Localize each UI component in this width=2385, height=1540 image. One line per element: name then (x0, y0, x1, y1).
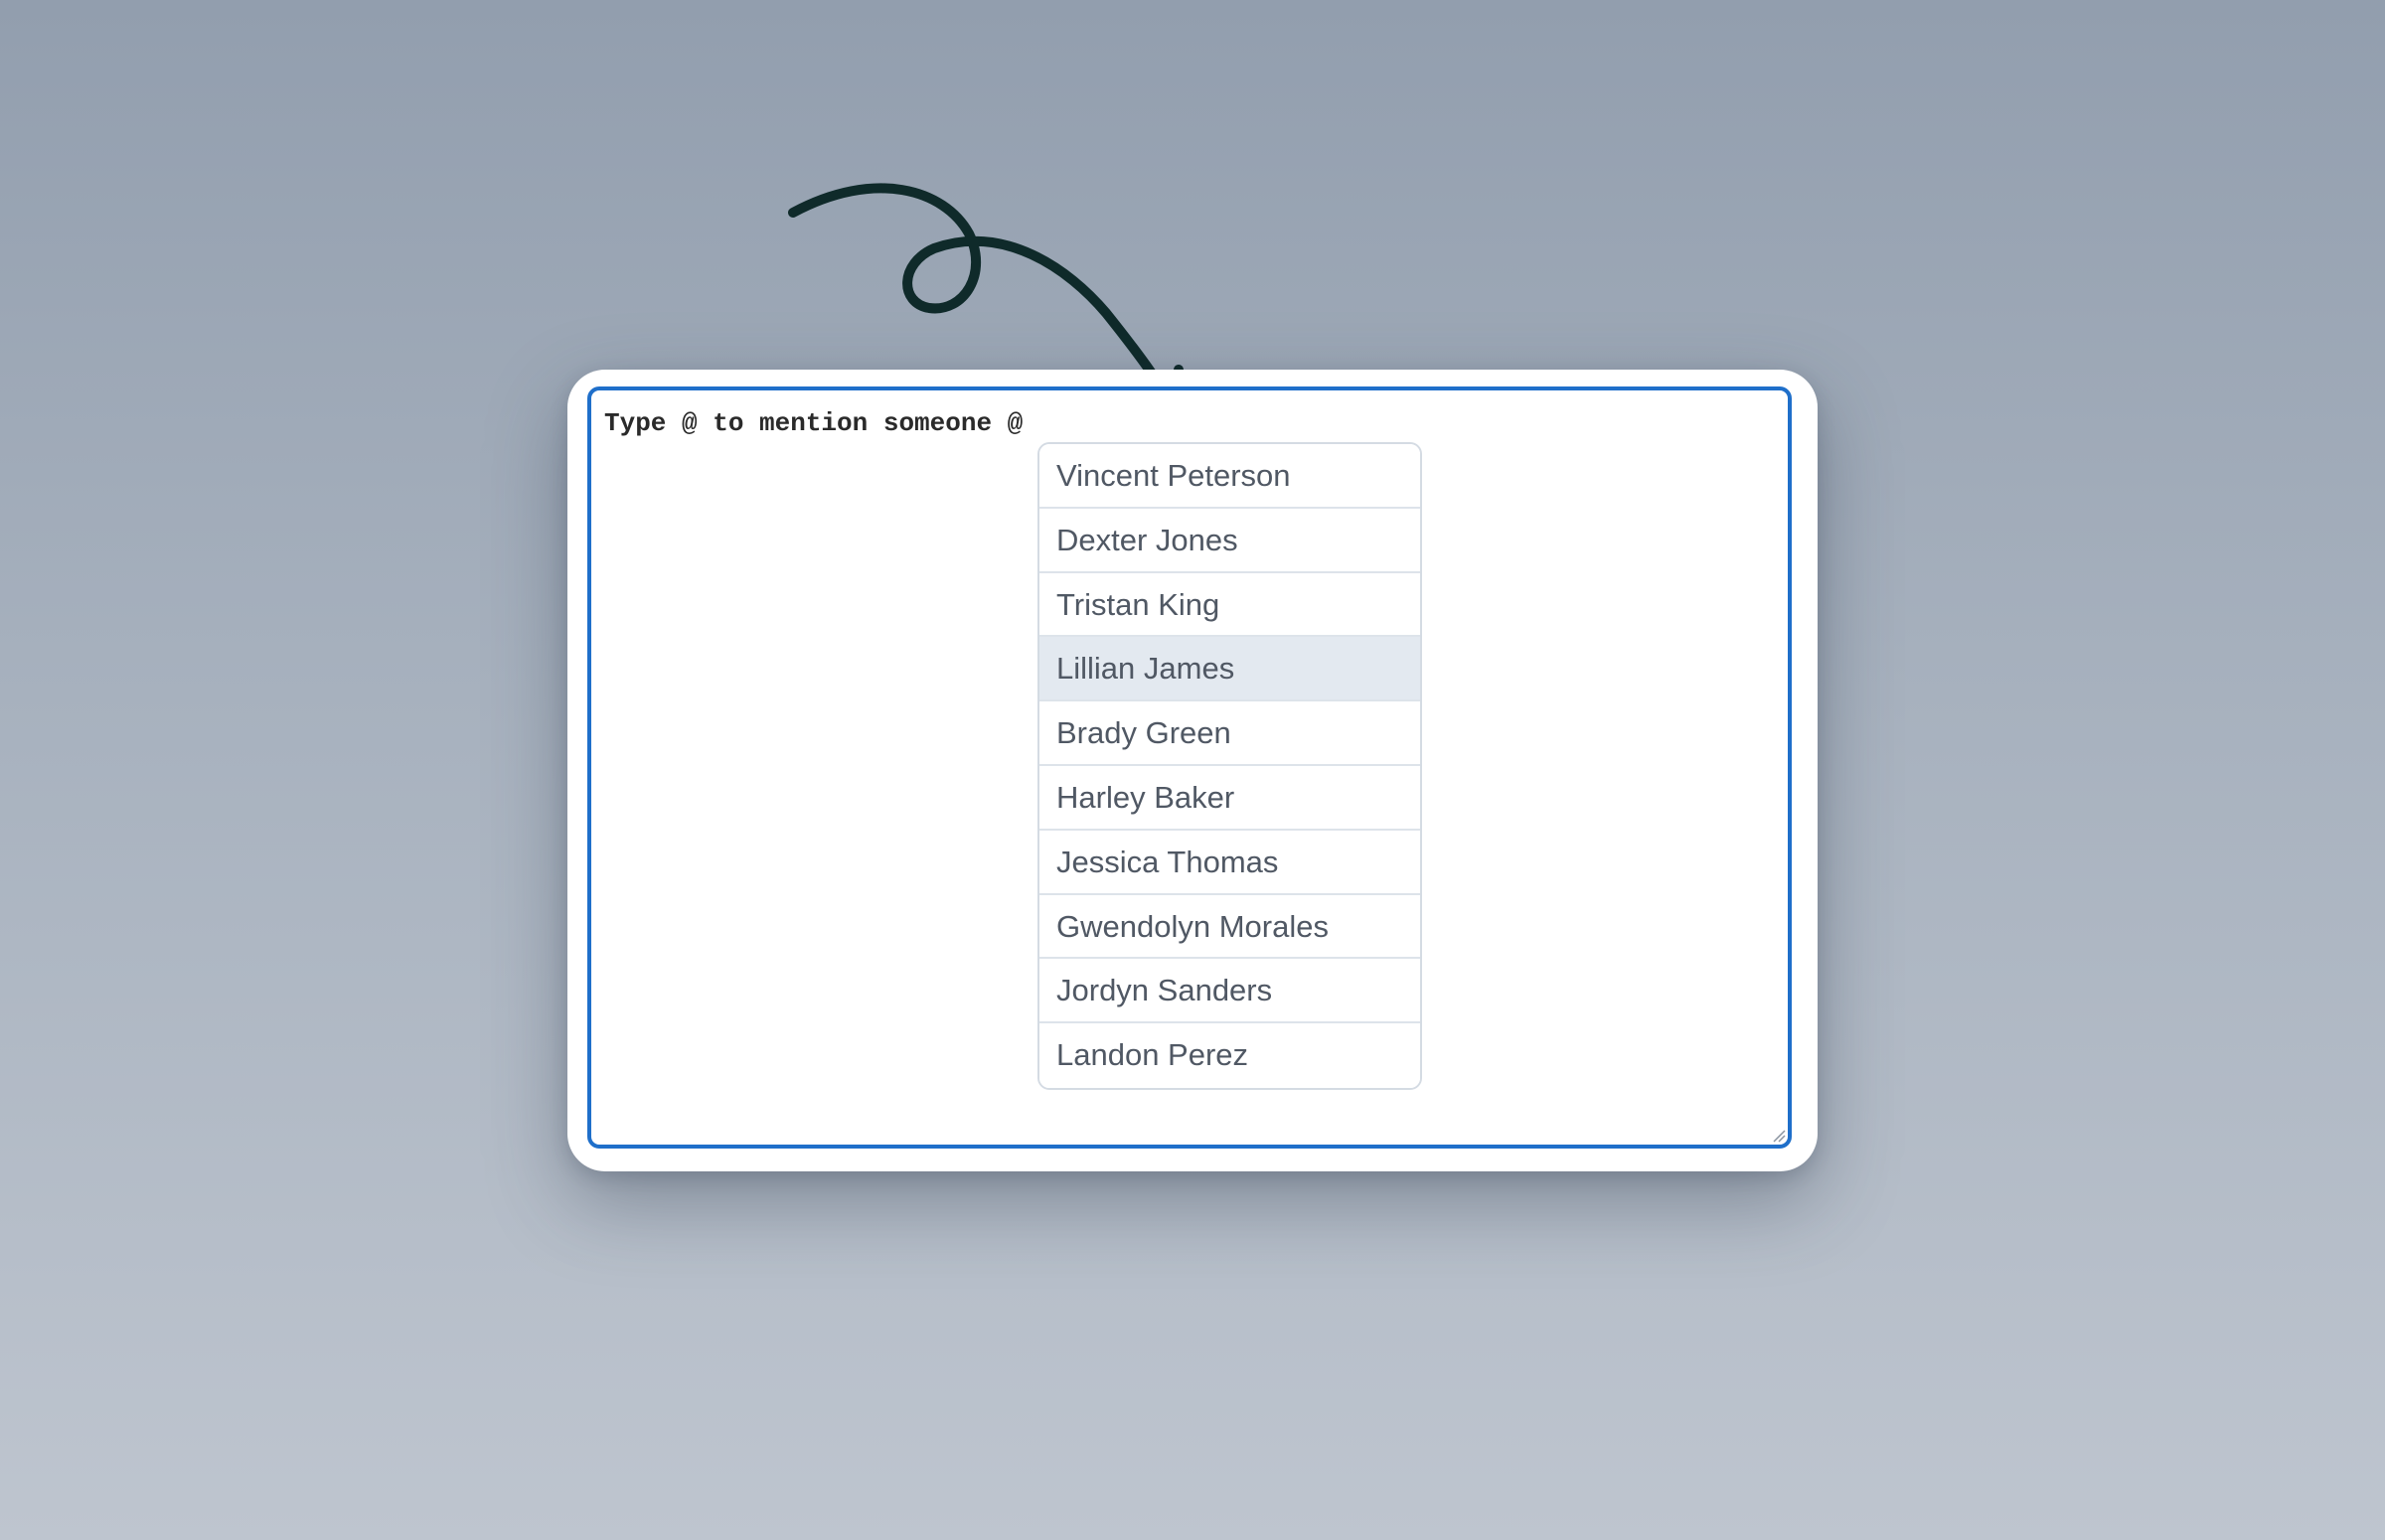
mention-suggestion-item[interactable]: Tristan King (1039, 572, 1420, 638)
editor-text: Type @ to mention someone @ (604, 408, 1024, 438)
mention-suggestion-item[interactable]: Brady Green (1039, 701, 1420, 766)
mention-suggestion-item[interactable]: Gwendolyn Morales (1039, 894, 1420, 960)
mention-suggestion-item[interactable]: Jessica Thomas (1039, 830, 1420, 895)
resize-handle-icon[interactable] (1770, 1127, 1786, 1143)
mention-suggestion-item[interactable]: Jordyn Sanders (1039, 959, 1420, 1024)
mention-suggestion-item[interactable]: Lillian James (1039, 637, 1420, 702)
mention-suggestions-list: Vincent Peterson Dexter Jones Tristan King… (1037, 442, 1422, 1090)
mention-suggestion-item[interactable]: Harley Baker (1039, 765, 1420, 831)
mention-suggestion-item[interactable]: Dexter Jones (1039, 508, 1420, 573)
mention-suggestion-item[interactable]: Landon Perez (1039, 1023, 1420, 1088)
mention-suggestion-item[interactable]: Vincent Peterson (1039, 444, 1420, 509)
